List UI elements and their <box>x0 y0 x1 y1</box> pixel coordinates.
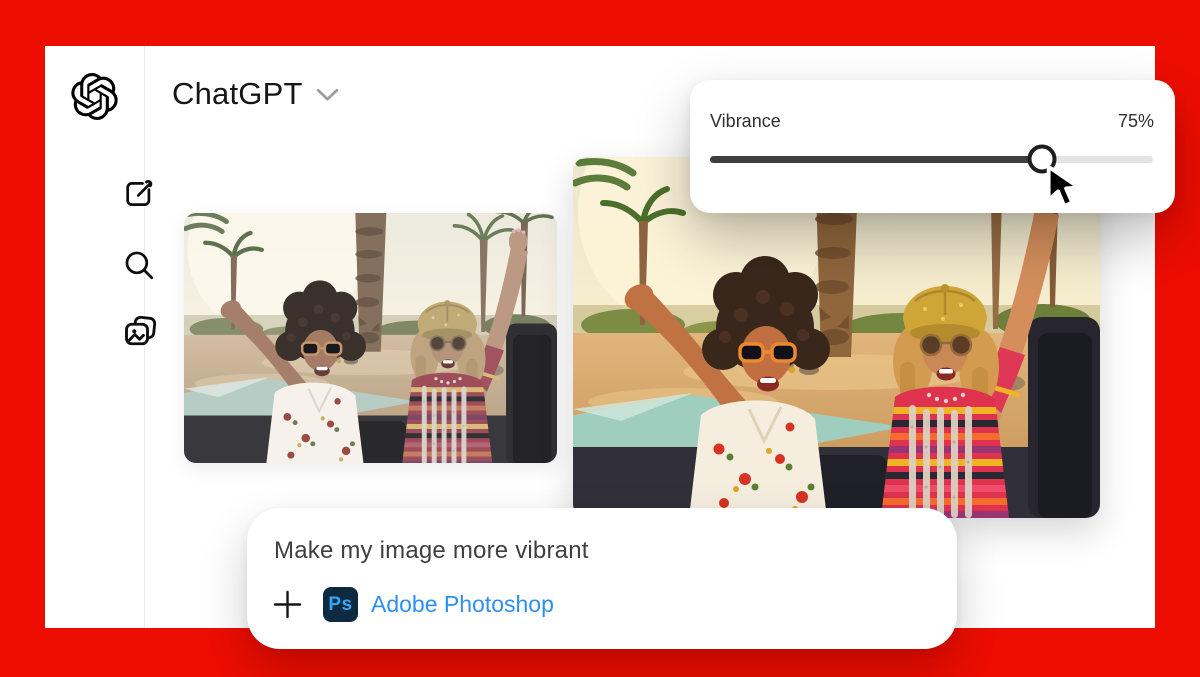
chevron-down-icon <box>316 81 339 107</box>
composer-input[interactable]: Make my image more vibrant <box>274 537 589 565</box>
mouse-cursor-icon <box>1045 164 1083 212</box>
vibrance-slider-fill <box>710 156 1042 163</box>
openai-logo <box>71 73 118 120</box>
vibrance-panel: Vibrance 75% <box>690 80 1175 213</box>
plugin-name: Adobe Photoshop <box>371 591 554 618</box>
photo-before <box>184 213 557 463</box>
sidebar-item-library[interactable] <box>122 313 158 349</box>
sidebar-item-new-chat[interactable] <box>122 176 158 212</box>
sidebar-item-search[interactable] <box>122 247 158 283</box>
vibrance-slider-track[interactable] <box>710 156 1153 163</box>
new-chat-icon <box>122 177 158 211</box>
vibrance-label: Vibrance <box>710 111 781 132</box>
search-icon <box>122 248 158 282</box>
plus-icon <box>273 607 302 622</box>
sidebar <box>45 46 145 628</box>
composer: Make my image more vibrant Ps Adobe Phot… <box>247 508 957 649</box>
attach-button[interactable] <box>273 590 302 619</box>
photoshop-icon: Ps <box>323 587 358 622</box>
library-icon <box>122 313 158 349</box>
page-title: ChatGPT <box>172 76 303 112</box>
model-picker[interactable]: ChatGPT <box>172 76 339 112</box>
plugin-chip-adobe-photoshop[interactable]: Ps Adobe Photoshop <box>323 587 554 622</box>
marketing-frame: ChatGPT <box>0 0 1200 677</box>
vibrance-value: 75% <box>1118 111 1154 132</box>
